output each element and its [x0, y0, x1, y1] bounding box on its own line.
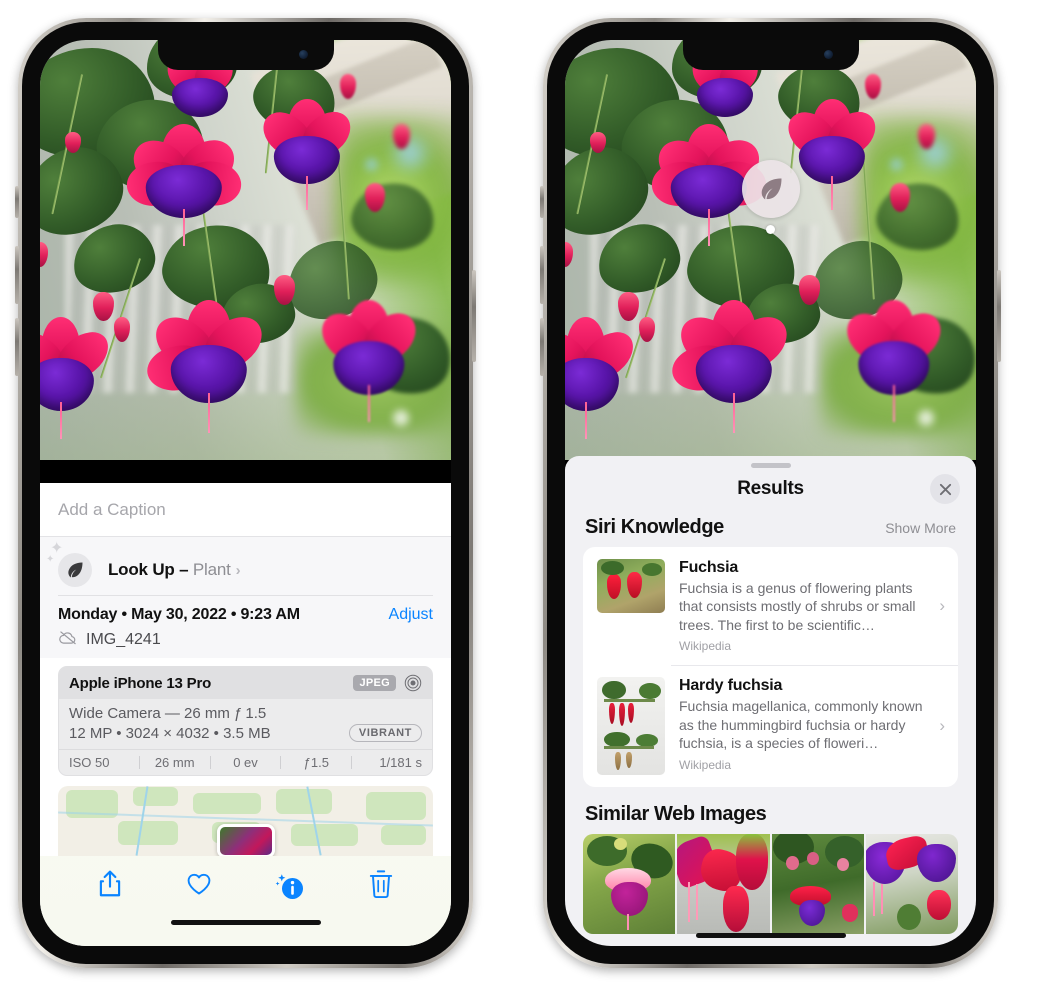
- look-up-label: Look Up – Plant ›: [108, 560, 241, 580]
- look-up-row[interactable]: ✦ ✦ Look Up – Plant ›: [46, 541, 433, 593]
- exif-ev: 0 ev: [233, 755, 258, 770]
- show-more-button[interactable]: Show More: [885, 520, 956, 536]
- volume-up-button-right[interactable]: [540, 246, 544, 304]
- exif-row: ISO 50 26 mm 0 ev ƒ1.5 1/181 s: [59, 749, 432, 775]
- location-map[interactable]: [58, 786, 433, 856]
- result-thumbnail: [597, 559, 665, 613]
- screen-left: Add a Caption ✦ ✦ Look Up – Plant › Mond…: [40, 40, 451, 946]
- chevron-right-icon: ›: [235, 562, 241, 579]
- list-item[interactable]: Hardy fuchsia Fuchsia magellanica, commo…: [583, 665, 958, 787]
- photo-viewer[interactable]: [40, 40, 451, 460]
- adjust-button[interactable]: Adjust: [389, 606, 433, 624]
- silent-switch-right[interactable]: [540, 186, 544, 218]
- siri-knowledge-card: Fuchsia Fuchsia is a genus of flowering …: [583, 547, 958, 788]
- home-indicator[interactable]: [170, 920, 321, 925]
- screen-right: Results Siri Knowledge Show More Fuchsia…: [565, 40, 976, 946]
- photo-date: Monday • May 30, 2022 • 9:23 AM: [58, 606, 300, 623]
- results-header: Results: [565, 468, 976, 510]
- info-sparkle-icon[interactable]: [275, 871, 305, 901]
- phone-right: Results Siri Knowledge Show More Fuchsia…: [540, 18, 1001, 968]
- similar-web-images-strip[interactable]: [583, 834, 958, 935]
- volume-down-button-right[interactable]: [540, 318, 544, 376]
- photo-location-pin: [216, 824, 275, 856]
- cloud-slash-icon: [58, 630, 78, 650]
- exif-iso: ISO 50: [69, 755, 110, 770]
- web-image-thumbnail[interactable]: [865, 834, 958, 935]
- siri-knowledge-title: Siri Knowledge: [585, 516, 724, 538]
- volume-down-button-left[interactable]: [15, 318, 19, 376]
- photo-info-sheet: Add a Caption ✦ ✦ Look Up – Plant › Mond…: [40, 483, 451, 946]
- close-icon[interactable]: [930, 474, 960, 504]
- chevron-right-icon: ›: [939, 716, 945, 736]
- photo-filename: IMG_4241: [86, 631, 161, 648]
- result-thumbnail: [597, 677, 665, 776]
- result-source: Wikipedia: [679, 757, 732, 772]
- fuchsia-photo: [40, 40, 451, 460]
- lookup-section: ✦ ✦ Look Up – Plant ›: [40, 537, 451, 596]
- results-sheet: Results Siri Knowledge Show More Fuchsia…: [565, 456, 976, 946]
- camera-info-card[interactable]: Apple iPhone 13 Pro JPEG Wide Camera — 2…: [58, 666, 433, 776]
- caption-placeholder: Add a Caption: [58, 499, 166, 519]
- exif-aperture: ƒ1.5: [303, 755, 329, 770]
- lookup-anchor-dot: [766, 225, 775, 234]
- trash-icon[interactable]: [368, 869, 394, 904]
- results-title: Results: [737, 478, 804, 499]
- metadata-section: Monday • May 30, 2022 • 9:23 AM Adjust I…: [40, 596, 451, 658]
- visual-lookup-badge[interactable]: [741, 160, 800, 234]
- camera-lens-line: Wide Camera — 26 mm ƒ 1.5: [69, 705, 267, 722]
- camera-device-name: Apple iPhone 13 Pro: [69, 674, 212, 692]
- list-item[interactable]: Fuchsia Fuchsia is a genus of flowering …: [583, 547, 958, 665]
- chevron-right-icon: ›: [939, 596, 945, 616]
- power-button-left[interactable]: [472, 270, 476, 362]
- notch-right: [682, 40, 859, 70]
- caption-input[interactable]: Add a Caption: [40, 483, 451, 537]
- screenshot-root: Add a Caption ✦ ✦ Look Up – Plant › Mond…: [0, 0, 1055, 985]
- web-image-thumbnail[interactable]: [771, 834, 864, 935]
- fuchsia-photo: [565, 40, 976, 460]
- sparkle-small-icon: ✦: [46, 554, 55, 565]
- result-source: Wikipedia: [679, 639, 732, 654]
- format-chip: JPEG: [353, 675, 396, 691]
- camera-spec-line: 12 MP • 3024 × 4032 • 3.5 MB: [69, 724, 271, 742]
- front-camera-icon: [298, 50, 308, 59]
- home-indicator[interactable]: [695, 933, 846, 938]
- look-up-title: Look Up –: [108, 560, 193, 579]
- leaf-icon: [761, 178, 781, 200]
- siri-knowledge-header: Siri Knowledge Show More: [565, 510, 976, 547]
- silent-switch-left[interactable]: [15, 186, 19, 218]
- look-up-subject: Plant: [192, 560, 231, 579]
- similar-web-images-header: Similar Web Images: [565, 787, 976, 834]
- result-title: Hardy fuchsia: [679, 677, 783, 695]
- aperture-icon: [404, 674, 422, 692]
- front-camera-icon: [823, 50, 833, 59]
- result-description: Fuchsia is a genus of flowering plants t…: [679, 580, 916, 633]
- share-icon[interactable]: [97, 869, 123, 904]
- volume-up-button-left[interactable]: [15, 246, 19, 304]
- leaf-icon: [58, 553, 92, 587]
- photo-viewer[interactable]: [565, 40, 976, 460]
- web-image-thumbnail[interactable]: [677, 834, 770, 935]
- exif-shutter: 1/181 s: [379, 755, 422, 770]
- result-description: Fuchsia magellanica, commonly known as t…: [679, 698, 923, 752]
- power-button-right[interactable]: [997, 270, 1001, 362]
- photo-toolbar: [40, 856, 451, 916]
- similar-web-images-title: Similar Web Images: [585, 803, 767, 826]
- web-image-thumbnail[interactable]: [583, 834, 676, 935]
- phone-left: Add a Caption ✦ ✦ Look Up – Plant › Mond…: [15, 18, 476, 968]
- result-title: Fuchsia: [679, 559, 739, 576]
- heart-icon[interactable]: [186, 869, 212, 904]
- exif-focal: 26 mm: [154, 755, 195, 770]
- home-indicator-area-left: [40, 916, 451, 946]
- notch-left: [157, 40, 334, 70]
- photographic-style-chip: VIBRANT: [348, 724, 422, 742]
